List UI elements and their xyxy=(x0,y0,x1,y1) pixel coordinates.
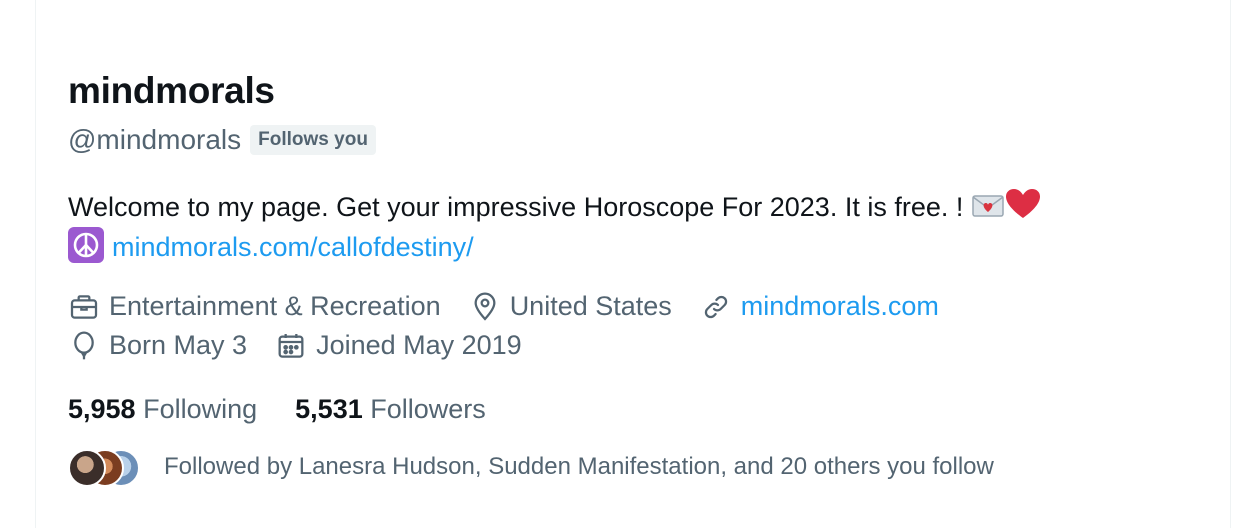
display-name: mindmorals xyxy=(68,70,275,111)
profile-meta: Entertainment & Recreation United States… xyxy=(68,287,1188,365)
followed-by-avatars xyxy=(68,449,140,487)
love-letter-icon xyxy=(971,190,1005,220)
bio-text: Welcome to my page. Get your impressive … xyxy=(68,192,964,222)
avatar xyxy=(68,449,106,487)
following-label: Following xyxy=(143,394,258,424)
birthday-item: Born May 3 xyxy=(68,326,247,365)
follow-counts: 5,958 Following 5,531 Followers xyxy=(68,389,1188,429)
calendar-icon xyxy=(278,333,304,358)
profile-header: mindmorals @mindmorals Follows you Welco… xyxy=(68,66,1188,487)
link-icon xyxy=(704,295,727,318)
location-pin-icon xyxy=(474,292,496,321)
handle-row: @mindmorals Follows you xyxy=(68,120,1188,160)
joined-item: Joined May 2019 xyxy=(275,326,522,365)
followed-by[interactable]: Followed by Lanesra Hudson, Sudden Manif… xyxy=(68,449,1188,487)
handle: @mindmorals xyxy=(68,124,242,155)
followers-label: Followers xyxy=(370,394,486,424)
followers-number: 5,531 xyxy=(295,394,363,424)
balloon-icon xyxy=(74,331,94,359)
following-count[interactable]: 5,958 Following xyxy=(68,389,257,429)
red-heart-icon xyxy=(1005,188,1040,218)
briefcase-icon xyxy=(70,294,98,319)
followers-count[interactable]: 5,531 Followers xyxy=(295,389,486,429)
website-item: mindmorals.com xyxy=(700,287,939,326)
bio-link[interactable]: mindmorals.com/callofdestiny/ xyxy=(112,232,474,262)
following-number: 5,958 xyxy=(68,394,136,424)
followed-by-text: Followed by Lanesra Hudson, Sudden Manif… xyxy=(164,453,994,480)
birthday-text: Born May 3 xyxy=(109,330,248,360)
location-text: United States xyxy=(509,291,672,321)
website-link[interactable]: mindmorals.com xyxy=(741,287,939,326)
category-text: Entertainment & Recreation xyxy=(109,291,441,321)
joined-text: Joined May 2019 xyxy=(316,330,522,360)
location-item: United States xyxy=(469,287,672,326)
bio: Welcome to my page. Get your impressive … xyxy=(68,188,1188,267)
follows-you-badge: Follows you xyxy=(250,125,376,155)
peace-symbol-icon xyxy=(68,227,104,263)
category-item: Entertainment & Recreation xyxy=(68,287,441,326)
